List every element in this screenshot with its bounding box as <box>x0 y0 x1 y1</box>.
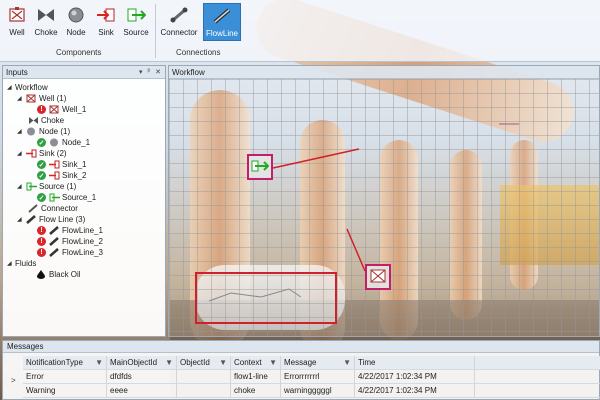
connector-button[interactable]: Connector <box>158 3 200 41</box>
flowline-icon <box>25 215 37 224</box>
ribbon: Well Choke Node Sink Source Connector Fl… <box>0 0 600 62</box>
well-button[interactable]: Well <box>4 3 30 41</box>
panel-menu-icon[interactable]: ▾ <box>139 68 143 76</box>
well-icon <box>6 5 28 25</box>
collapse-icon[interactable]: ◢ <box>17 216 23 223</box>
source-icon <box>48 193 60 202</box>
column-header-time[interactable]: Time <box>355 355 475 370</box>
ribbon-separator <box>155 4 156 58</box>
flowline-button[interactable]: FlowLine <box>203 3 241 41</box>
flowline-icon <box>48 226 60 235</box>
sink-button[interactable]: Sink <box>94 3 118 41</box>
tree-item-choke[interactable]: Choke <box>27 115 64 126</box>
tree-item-flowline-group[interactable]: ◢ Flow Line (3) <box>17 214 85 225</box>
tree-item-flowline-3[interactable]: ! FlowLine_3 <box>37 247 103 258</box>
node-button[interactable]: Node <box>64 3 88 41</box>
column-header-context[interactable]: Context ▼ <box>231 355 281 370</box>
tree-item-source-1[interactable]: ✓ Source_1 <box>37 192 96 203</box>
sink-icon <box>48 171 60 180</box>
connections-group-label: Connections <box>176 48 221 57</box>
error-icon: ! <box>37 226 46 235</box>
check-icon: ✓ <box>37 171 46 180</box>
workflow-panel-header: Workflow <box>169 66 599 79</box>
workflow-panel: Workflow <box>168 65 600 337</box>
filter-icon[interactable]: ▼ <box>165 358 173 367</box>
components-group-label: Components <box>56 48 102 57</box>
well-icon <box>25 94 37 103</box>
current-row-indicator-icon: > <box>11 376 16 385</box>
messages-panel: Messages > NotificationType ▼ MainObjectI… <box>2 340 600 400</box>
tree-item-flowline-1[interactable]: ! FlowLine_1 <box>37 225 103 236</box>
filter-icon[interactable]: ▼ <box>269 358 277 367</box>
messages-table: NotificationType ▼ MainObjectId ▼ ObjectId… <box>23 355 600 398</box>
collapse-icon[interactable]: ◢ <box>17 150 23 157</box>
tree-item-well-group[interactable]: ◢ Well (1) <box>17 93 66 104</box>
sink-icon <box>25 149 37 158</box>
choke-icon <box>35 5 57 25</box>
tree-item-sink-1[interactable]: ✓ Sink_1 <box>37 159 86 170</box>
check-icon: ✓ <box>37 160 46 169</box>
inputs-tree: ◢ Workflow ◢ Well (1) ! Well_1 Choke ◢ N… <box>3 79 165 279</box>
check-icon: ✓ <box>37 193 46 202</box>
inputs-panel: Inputs ▾ ᵖ ✕ ◢ Workflow ◢ Well (1) ! Wel… <box>2 65 166 337</box>
source-icon <box>25 182 37 191</box>
inputs-panel-title: Inputs <box>6 67 28 77</box>
table-row[interactable]: Warning eeee choke warningggggl 4/22/201… <box>23 383 600 398</box>
tree-item-sink-group[interactable]: ◢ Sink (2) <box>17 148 67 159</box>
error-icon: ! <box>37 237 46 246</box>
tree-item-sink-2[interactable]: ✓ Sink_2 <box>37 170 86 181</box>
source-button[interactable]: Source <box>122 3 150 41</box>
sink-icon <box>95 5 117 25</box>
collapse-icon[interactable]: ◢ <box>7 84 13 91</box>
close-icon[interactable]: ✕ <box>155 68 161 76</box>
collapse-icon[interactable]: ◢ <box>17 128 23 135</box>
tree-item-node-1[interactable]: ✓ Node_1 <box>37 137 90 148</box>
connection-lines <box>208 123 519 302</box>
well-icon <box>48 105 60 114</box>
filter-icon[interactable]: ▼ <box>95 358 103 367</box>
column-header-message[interactable]: Message ▼ <box>281 355 355 370</box>
column-header-notificationtype[interactable]: NotificationType ▼ <box>23 355 107 370</box>
choke-button[interactable]: Choke <box>33 3 59 41</box>
source-icon <box>125 5 147 25</box>
error-icon: ! <box>37 248 46 257</box>
tree-item-node-group[interactable]: ◢ Node (1) <box>17 126 70 137</box>
connector-icon <box>27 204 39 213</box>
node-icon <box>65 5 87 25</box>
tree-item-flowline-2[interactable]: ! FlowLine_2 <box>37 236 103 247</box>
connector-icon <box>168 5 190 25</box>
tree-item-connector[interactable]: Connector <box>27 203 78 214</box>
flowline-icon <box>48 237 60 246</box>
tree-item-well-1[interactable]: ! Well_1 <box>37 104 86 115</box>
filter-icon[interactable]: ▼ <box>219 358 227 367</box>
filter-icon[interactable]: ▼ <box>343 358 351 367</box>
table-header-row: NotificationType ▼ MainObjectId ▼ ObjectId… <box>23 355 600 370</box>
flowline-icon <box>211 6 233 26</box>
messages-panel-title: Messages <box>7 342 44 351</box>
tree-item-fluids[interactable]: ◢ Fluids <box>7 258 36 269</box>
table-row[interactable]: Error dfdfds flow1-line Errorrrrrrrl 4/2… <box>23 369 600 384</box>
collapse-icon[interactable]: ◢ <box>7 260 13 267</box>
node-icon <box>25 127 37 136</box>
oil-drop-icon <box>35 270 47 279</box>
messages-panel-header: Messages <box>3 341 599 353</box>
tree-item-source-group[interactable]: ◢ Source (1) <box>17 181 76 192</box>
column-header-objectid[interactable]: ObjectId ▼ <box>177 355 231 370</box>
error-icon: ! <box>37 105 46 114</box>
pin-icon[interactable]: ᵖ <box>147 68 150 76</box>
tree-item-workflow[interactable]: ◢ Workflow <box>7 82 48 93</box>
check-icon: ✓ <box>37 138 46 147</box>
inputs-panel-header: Inputs ▾ ᵖ ✕ <box>3 66 165 79</box>
sink-icon <box>48 160 60 169</box>
column-header-mainobjectid[interactable]: MainObjectId ▼ <box>107 355 177 370</box>
node-icon <box>48 138 60 147</box>
collapse-icon[interactable]: ◢ <box>17 183 23 190</box>
collapse-icon[interactable]: ◢ <box>17 95 23 102</box>
tree-item-black-oil[interactable]: Black Oil <box>35 269 81 280</box>
flowline-icon <box>48 248 60 257</box>
choke-icon <box>27 116 39 125</box>
workflow-panel-title: Workflow <box>172 67 205 77</box>
